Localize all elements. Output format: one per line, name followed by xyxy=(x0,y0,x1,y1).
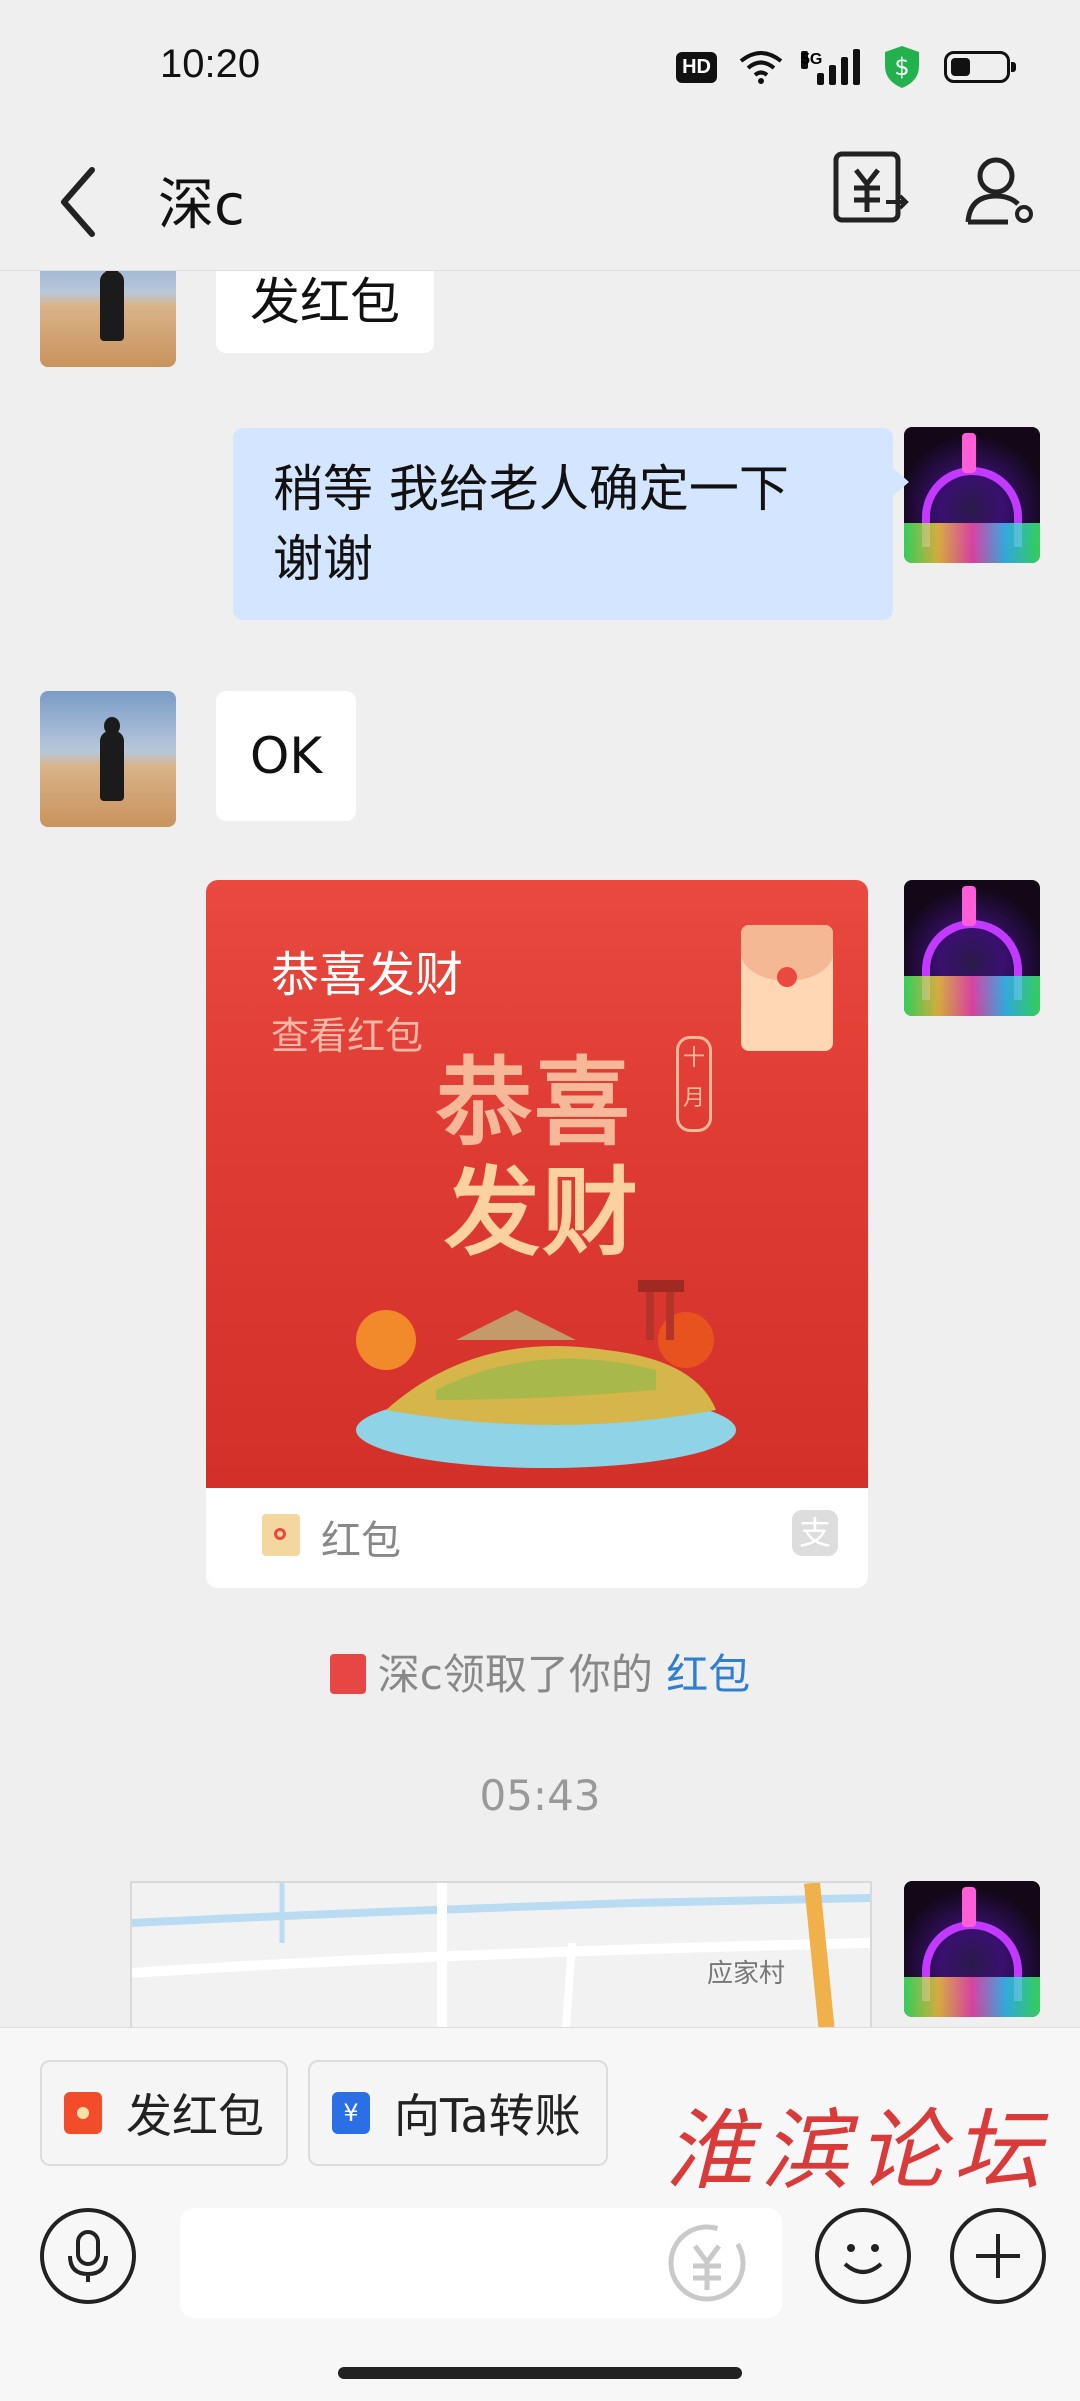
status-icons: HD 5G $ xyxy=(676,44,1016,90)
transfer-icon[interactable] xyxy=(830,148,910,228)
battery-icon xyxy=(944,51,1016,83)
my-avatar[interactable] xyxy=(904,1881,1040,2017)
red-envelope-link[interactable]: 红包 xyxy=(666,1650,750,1699)
system-notice-text: 深c领取了你的 xyxy=(377,1650,667,1699)
home-indicator[interactable] xyxy=(338,2367,742,2379)
shield-icon: $ xyxy=(885,46,919,88)
wifi-icon xyxy=(739,51,783,84)
status-time: 10:20 xyxy=(160,42,261,86)
send-red-envelope-button[interactable]: 发红包 xyxy=(40,2060,288,2166)
input-panel: 发红包 ¥ 向Ta转账 淮滨论坛 xyxy=(0,2027,1080,2401)
emoji-button[interactable] xyxy=(815,2208,911,2304)
red-envelope-quick-icon[interactable] xyxy=(664,2220,750,2306)
red-envelope-subtitle: 查看红包 xyxy=(271,1014,424,1058)
map-place-label: 应家村 xyxy=(707,1959,786,1989)
red-envelope-footer-label: 红包 xyxy=(321,1518,401,1564)
red-envelope-footer: 红包 支 xyxy=(206,1488,868,1588)
red-envelope-notice-icon xyxy=(329,1653,366,1694)
alipay-icon: 支 xyxy=(792,1510,838,1556)
contact-profile-icon[interactable] xyxy=(960,150,1040,230)
chat-header: 深c xyxy=(0,130,1080,271)
chat-messages[interactable]: 发红包 稍等 我给老人确定一下 谢谢 OK 恭喜发财 查看红包 恭喜 发财 十月 xyxy=(0,271,1080,2027)
my-avatar[interactable] xyxy=(904,427,1040,563)
hd-icon: HD xyxy=(676,51,717,83)
message-timestamp: 05:43 xyxy=(479,1771,601,1820)
location-map-card[interactable]: 应家村 S8 xyxy=(130,1881,872,2027)
message-bubble-received[interactable]: OK xyxy=(216,691,357,821)
transfer-to-ta-label: 向Ta转账 xyxy=(394,2089,581,2143)
microphone-icon xyxy=(68,2230,108,2282)
message-bubble-sent[interactable]: 稍等 我给老人确定一下 谢谢 xyxy=(233,428,909,620)
red-envelope-icon xyxy=(64,2092,102,2134)
chat-title: 深c xyxy=(158,173,245,238)
red-envelope-icon xyxy=(741,925,833,1051)
contact-avatar[interactable] xyxy=(40,271,176,367)
red-envelope-small-icon xyxy=(262,1514,300,1556)
yuan-transfer-icon: ¥ xyxy=(332,2092,370,2134)
system-notice: 深c领取了你的 红包 xyxy=(0,1641,1080,1702)
more-options-button[interactable] xyxy=(950,2208,1046,2304)
contact-avatar[interactable] xyxy=(40,691,176,827)
autumn-scene-illustration xyxy=(356,1280,736,1468)
back-arrow-icon[interactable] xyxy=(50,150,110,250)
status-bar: 10:20 HD 5G $ xyxy=(0,0,1080,130)
svg-text:$: $ xyxy=(894,53,909,81)
watermark-text: 淮滨论坛 xyxy=(665,2099,1050,2202)
red-envelope-art-text: 发财 xyxy=(444,1157,640,1269)
red-envelope-month: 十月 xyxy=(676,1036,712,1132)
smiley-face-icon xyxy=(843,2244,883,2274)
voice-input-button[interactable] xyxy=(40,2208,136,2304)
message-bubble-received[interactable]: 发红包 xyxy=(216,271,434,353)
plus-icon xyxy=(976,2234,1020,2278)
network-label: 5G xyxy=(801,51,823,69)
transfer-to-ta-button[interactable]: ¥ 向Ta转账 xyxy=(308,2060,608,2166)
signal-icon: 5G xyxy=(801,49,860,85)
red-envelope-card[interactable]: 恭喜发财 查看红包 恭喜 发财 十月 红包 支 xyxy=(206,880,868,1588)
send-red-envelope-label: 发红包 xyxy=(126,2089,264,2143)
red-envelope-title: 恭喜发财 xyxy=(271,947,464,1003)
my-avatar[interactable] xyxy=(904,880,1040,1016)
